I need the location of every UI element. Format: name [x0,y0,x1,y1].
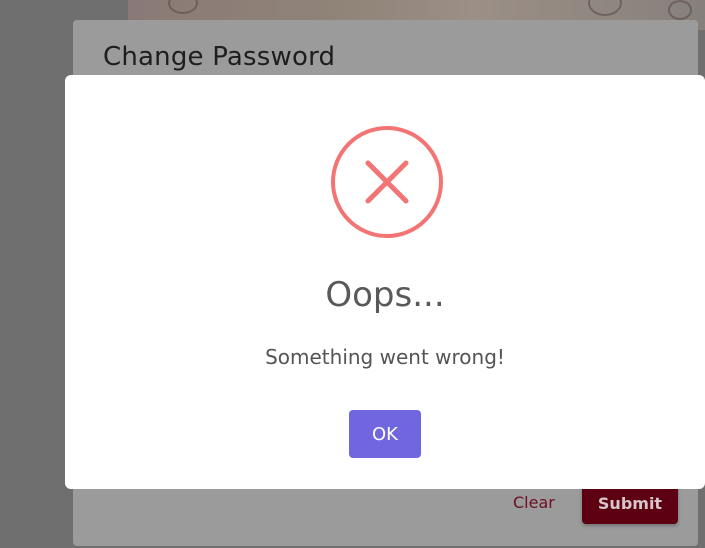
error-x-icon [331,126,443,238]
alert-message: Something went wrong! [265,345,505,369]
illustration-eye-shape [588,0,622,16]
clear-button[interactable]: Clear [513,493,555,512]
dialog-title: Change Password [103,42,336,72]
error-alert-modal: Oops... Something went wrong! OK [65,75,705,489]
alert-title: Oops... [325,275,445,315]
illustration-eye-shape [668,0,692,20]
ok-button[interactable]: OK [349,410,421,458]
illustration-eye-shape [168,0,198,14]
